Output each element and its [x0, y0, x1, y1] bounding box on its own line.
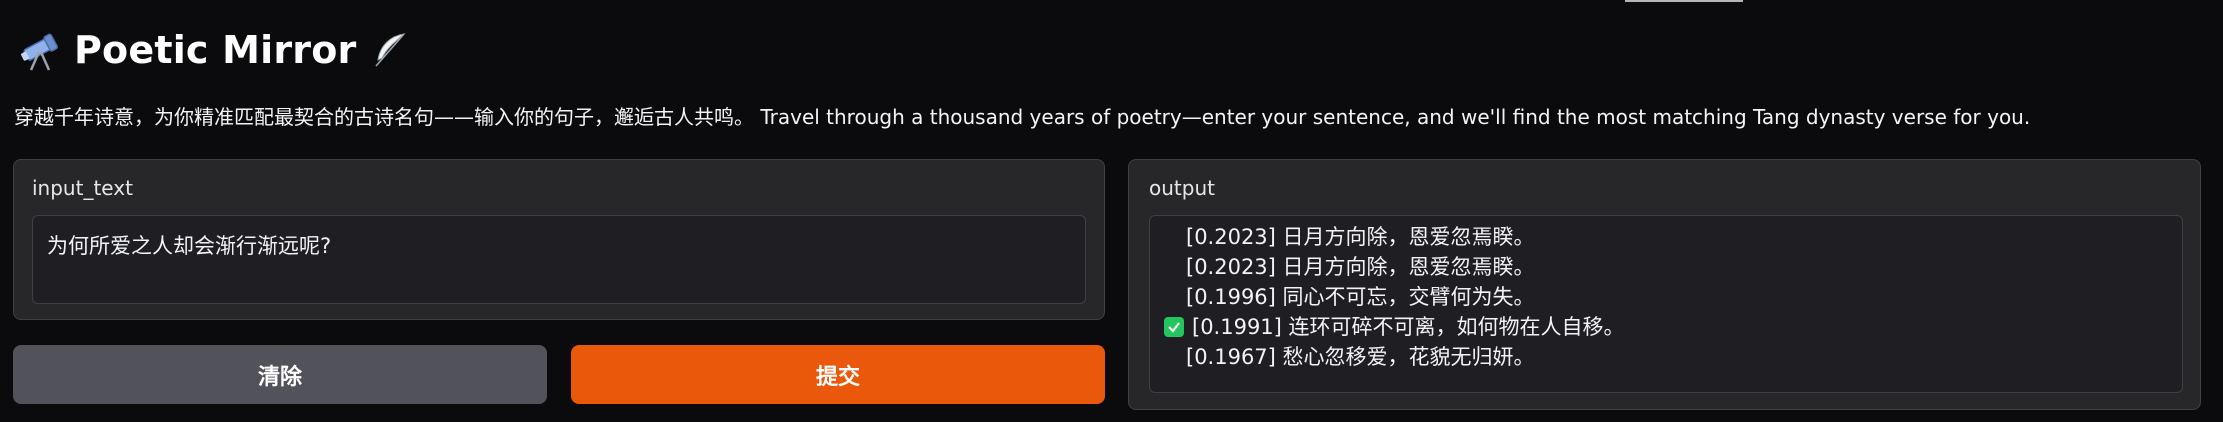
output-line: [0.2023] 日月方向除，恩爱忽焉睽。	[1186, 225, 1535, 249]
output-textbox[interactable]: [0.2023] 日月方向除，恩爱忽焉睽。 [0.2023] 日月方向除，恩爱忽…	[1149, 215, 2183, 393]
clear-button[interactable]: 清除	[13, 345, 547, 404]
input-textarea[interactable]: 为何所爱之人却会渐行渐远呢?	[32, 215, 1086, 304]
input-label: input_text	[32, 176, 133, 200]
input-panel: input_text 为何所爱之人却会渐行渐远呢?	[13, 159, 1105, 320]
output-panel: output [0.2023] 日月方向除，恩爱忽焉睽。 [0.2023] 日月…	[1128, 159, 2201, 410]
output-line: [0.1996] 同心不可忘，交臂何为失。	[1186, 285, 1535, 309]
submit-button[interactable]: 提交	[571, 345, 1105, 404]
page-description: 穿越千年诗意，为你精准匹配最契合的古诗名句——输入你的句子，邂逅古人共鸣。 Tr…	[14, 105, 2031, 129]
feather-pen-icon	[368, 28, 412, 72]
output-label: output	[1149, 176, 1215, 200]
title-row: Poetic Mirror	[16, 22, 412, 78]
output-line: [0.2023] 日月方向除，恩爱忽焉睽。	[1186, 255, 1535, 279]
output-line: [0.1967] 愁心忽移爱，花貌无归妍。	[1186, 345, 1535, 369]
page-title: Poetic Mirror	[74, 28, 357, 72]
top-indicator	[1625, 0, 1743, 2]
checkmark-icon	[1164, 317, 1184, 337]
output-line-best-match: [0.1991] 连环可碎不可离，如何物在人自移。	[1164, 312, 2168, 342]
app-root: Poetic Mirror 穿越千年诗意，为你精准匹配最契合的古诗名句——输入你…	[0, 0, 2223, 422]
telescope-icon	[16, 25, 66, 75]
